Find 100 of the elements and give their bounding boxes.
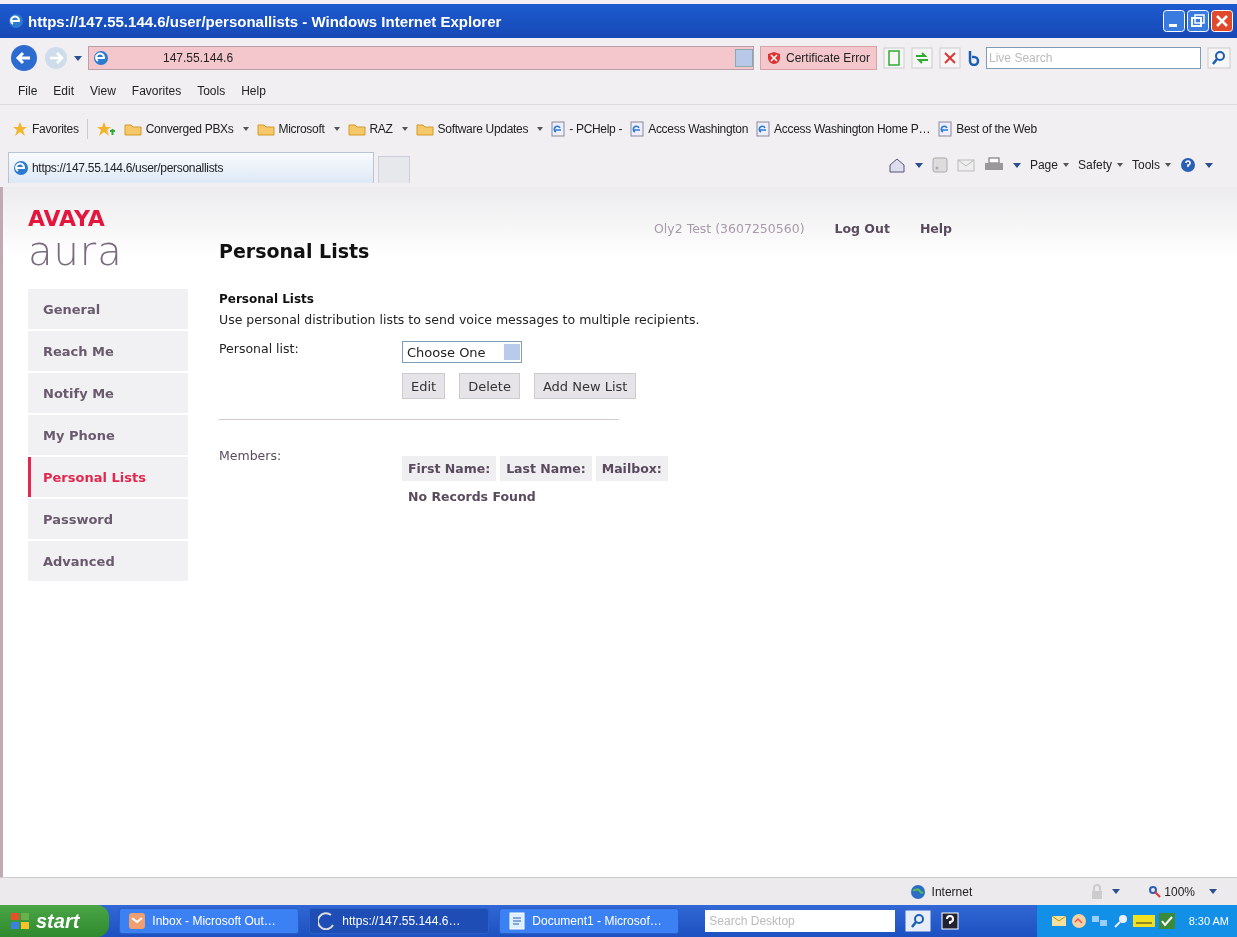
caret-icon[interactable] (1012, 162, 1021, 168)
field-label: Personal list: (219, 341, 300, 358)
browser-logo-icon (13, 160, 29, 176)
zoom-button[interactable]: 100% (1142, 883, 1201, 900)
command-menu[interactable]: Safety (1077, 158, 1123, 172)
folder-link[interactable]: Software Updates (415, 122, 544, 136)
user-name: Oly2 Test (3607250560) (654, 221, 805, 236)
sidebar-item[interactable]: Advanced (28, 541, 188, 581)
search-icon[interactable] (905, 910, 932, 932)
start-button[interactable]: start (0, 905, 110, 937)
minimize-icon[interactable] (1163, 10, 1185, 32)
caret-icon[interactable] (1205, 162, 1213, 168)
globe-icon (909, 883, 926, 900)
caret-icon[interactable] (74, 55, 82, 61)
refresh-icon[interactable] (911, 47, 934, 69)
empty-message: No Records Found (407, 489, 537, 504)
search-field[interactable]: Live Search (986, 47, 1201, 69)
column-header: First Name: (402, 456, 497, 481)
favorite-link[interactable]: Best of the Web (938, 121, 1037, 137)
command-menu[interactable]: Tools (1132, 158, 1171, 172)
action-button[interactable]: Add New List (533, 373, 637, 399)
taskbar-button[interactable]: Inbox - Microsoft Out… (119, 908, 300, 934)
sidebar-item[interactable]: Password (28, 499, 188, 539)
desktop-search-field[interactable]: Search Desktop (705, 910, 896, 932)
envelope-icon[interactable] (1050, 914, 1067, 928)
caret-icon[interactable] (333, 127, 340, 131)
page-title: Personal Lists (219, 240, 371, 262)
folder-icon (256, 122, 275, 136)
folder-link[interactable]: RAZ (347, 122, 408, 136)
caret-icon[interactable] (537, 127, 544, 131)
keyboard-icon[interactable] (1132, 915, 1155, 927)
action-button[interactable]: Edit (402, 373, 446, 399)
browser-logo-icon (8, 13, 24, 29)
web-page-icon (938, 121, 953, 137)
folder-icon (123, 122, 142, 136)
sidebar-item[interactable]: Personal Lists (28, 457, 188, 497)
web-page-icon (551, 121, 566, 137)
home-icon[interactable] (887, 157, 906, 173)
search-icon[interactable] (1207, 47, 1231, 69)
compatibility-icon[interactable] (883, 47, 906, 69)
caret-icon[interactable] (1112, 889, 1121, 894)
section-heading: Personal Lists (219, 292, 315, 306)
certificate-error-button[interactable]: Certificate Error (760, 46, 878, 70)
close-icon[interactable] (1211, 10, 1233, 32)
mail-app-icon (128, 912, 147, 930)
description: Use personal distribution lists to send voice messages to multiple recipients. (219, 312, 701, 327)
caret-icon[interactable] (401, 127, 408, 131)
folder-link[interactable]: Microsoft (256, 122, 340, 136)
sidebar-item[interactable]: My Phone (28, 415, 188, 455)
web-page-icon (630, 121, 645, 137)
browser-tab[interactable]: https://147.55.144.6/user/personallists (8, 152, 374, 183)
printer-icon[interactable] (983, 157, 1004, 173)
document-icon (508, 912, 527, 930)
column-header: Mailbox: (595, 456, 668, 481)
security-zone: Internet (909, 883, 973, 900)
add-favorite-icon[interactable] (95, 121, 116, 137)
magnifier-icon[interactable] (1112, 913, 1129, 929)
address-field[interactable]: 147.55.144.6 (88, 46, 754, 70)
caret-icon[interactable] (914, 162, 923, 168)
restore-icon[interactable] (1187, 10, 1209, 32)
command-menu[interactable]: Page (1029, 158, 1069, 172)
field-label: Members: (219, 448, 283, 465)
menu-item[interactable]: Edit (53, 84, 75, 98)
favorite-link[interactable]: - PCHelp - (551, 121, 623, 137)
magnifier-icon (1148, 884, 1163, 899)
stop-icon[interactable] (939, 47, 962, 69)
windows-flag-icon (10, 912, 30, 930)
star-icon (12, 121, 28, 137)
back-icon[interactable] (10, 44, 38, 72)
folder-link[interactable]: Converged PBXs (123, 122, 249, 136)
menu-item[interactable]: Help (241, 84, 266, 98)
sidebar-item[interactable]: Notify Me (28, 373, 188, 413)
sidebar-item[interactable]: Reach Me (28, 331, 188, 371)
clock: 8:30 AM (1188, 915, 1229, 927)
favorites-button[interactable]: Favorites (12, 121, 79, 137)
window-title: https://147.55.144.6/user/personallists - Windows Internet Explorer (28, 12, 502, 30)
menu-item[interactable]: Tools (197, 84, 226, 98)
caret-icon[interactable] (1209, 889, 1217, 894)
web-page-icon (756, 121, 771, 137)
logo[interactable]: AVAYA aura (28, 207, 158, 271)
sidebar-item[interactable]: General (28, 289, 188, 329)
taskbar-button[interactable]: Document1 - Microsof… (499, 908, 680, 934)
header-link[interactable]: Help (919, 221, 953, 236)
header-link[interactable]: Log Out (834, 221, 890, 236)
favorite-link[interactable]: Access Washington Home P… (756, 121, 931, 137)
caret-icon[interactable] (242, 127, 249, 131)
taskbar-button[interactable]: https://147.55.144.6… (309, 908, 490, 934)
browser-logo-icon (318, 912, 337, 930)
column-header: Last Name: (500, 456, 592, 481)
checkmark-icon[interactable] (1158, 913, 1175, 929)
favorite-link[interactable]: Access Washington (630, 121, 749, 137)
menu-item[interactable]: File (18, 84, 38, 98)
help-icon[interactable] (941, 912, 960, 930)
list-dropdown[interactable]: Choose One (402, 341, 522, 363)
browser-logo-icon (93, 50, 109, 66)
menu-item[interactable]: View (90, 84, 116, 98)
folder-icon (347, 122, 366, 136)
action-button[interactable]: Delete (459, 373, 520, 399)
folder-icon (415, 122, 434, 136)
menu-item[interactable]: Favorites (131, 84, 182, 98)
